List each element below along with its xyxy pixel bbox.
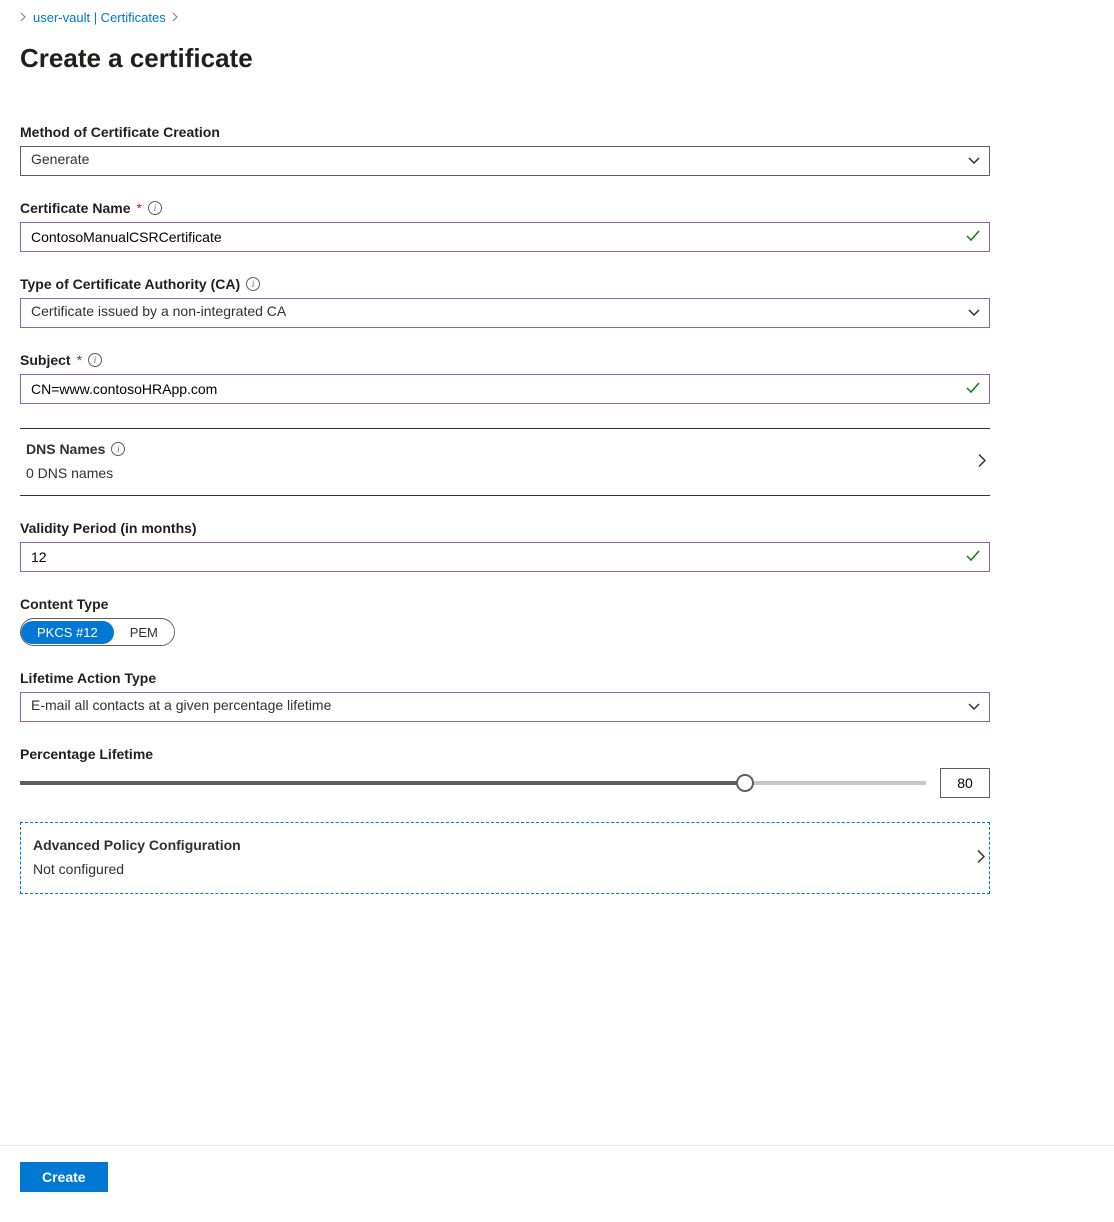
advanced-policy-label: Advanced Policy Configuration bbox=[33, 837, 979, 853]
breadcrumb: user-vault | Certificates bbox=[20, 10, 1094, 25]
chevron-right-icon bbox=[978, 454, 986, 471]
validity-label: Validity Period (in months) bbox=[20, 520, 1094, 536]
info-icon[interactable]: i bbox=[88, 353, 102, 367]
percentage-lifetime-value[interactable] bbox=[940, 768, 990, 798]
content-type-toggle: PKCS #12 PEM bbox=[20, 618, 175, 646]
percentage-lifetime-label: Percentage Lifetime bbox=[20, 746, 1094, 762]
advanced-policy-panel[interactable]: Advanced Policy Configuration Not config… bbox=[20, 822, 990, 894]
slider-thumb[interactable] bbox=[736, 774, 754, 792]
page-title: Create a certificate bbox=[20, 43, 1094, 74]
dns-names-label: DNS Names bbox=[26, 441, 105, 457]
subject-label: Subject * i bbox=[20, 352, 1094, 368]
chevron-right-icon bbox=[172, 11, 179, 25]
advanced-policy-value: Not configured bbox=[33, 861, 979, 877]
info-icon[interactable]: i bbox=[111, 442, 125, 456]
create-button[interactable]: Create bbox=[20, 1162, 108, 1192]
cert-name-input[interactable] bbox=[20, 222, 990, 252]
footer-bar: Create bbox=[0, 1145, 1114, 1222]
method-select[interactable]: Generate bbox=[20, 146, 990, 176]
content-type-label: Content Type bbox=[20, 596, 1094, 612]
content-type-pem[interactable]: PEM bbox=[114, 621, 174, 644]
dns-names-row[interactable]: DNS Names i 0 DNS names bbox=[20, 428, 990, 496]
info-icon[interactable]: i bbox=[148, 201, 162, 215]
subject-input[interactable] bbox=[20, 374, 990, 404]
chevron-right-icon bbox=[20, 11, 27, 25]
validity-input[interactable] bbox=[20, 542, 990, 572]
content-type-pkcs12[interactable]: PKCS #12 bbox=[21, 621, 114, 644]
chevron-right-icon bbox=[977, 850, 985, 867]
ca-type-select[interactable]: Certificate issued by a non-integrated C… bbox=[20, 298, 990, 328]
lifetime-action-select[interactable]: E-mail all contacts at a given percentag… bbox=[20, 692, 990, 722]
percentage-lifetime-slider[interactable] bbox=[20, 773, 926, 793]
method-label: Method of Certificate Creation bbox=[20, 124, 1094, 140]
dns-names-value: 0 DNS names bbox=[26, 465, 984, 481]
cert-name-label: Certificate Name * i bbox=[20, 200, 1094, 216]
lifetime-action-label: Lifetime Action Type bbox=[20, 670, 1094, 686]
ca-type-label: Type of Certificate Authority (CA) i bbox=[20, 276, 1094, 292]
breadcrumb-link[interactable]: user-vault | Certificates bbox=[33, 10, 166, 25]
info-icon[interactable]: i bbox=[246, 277, 260, 291]
